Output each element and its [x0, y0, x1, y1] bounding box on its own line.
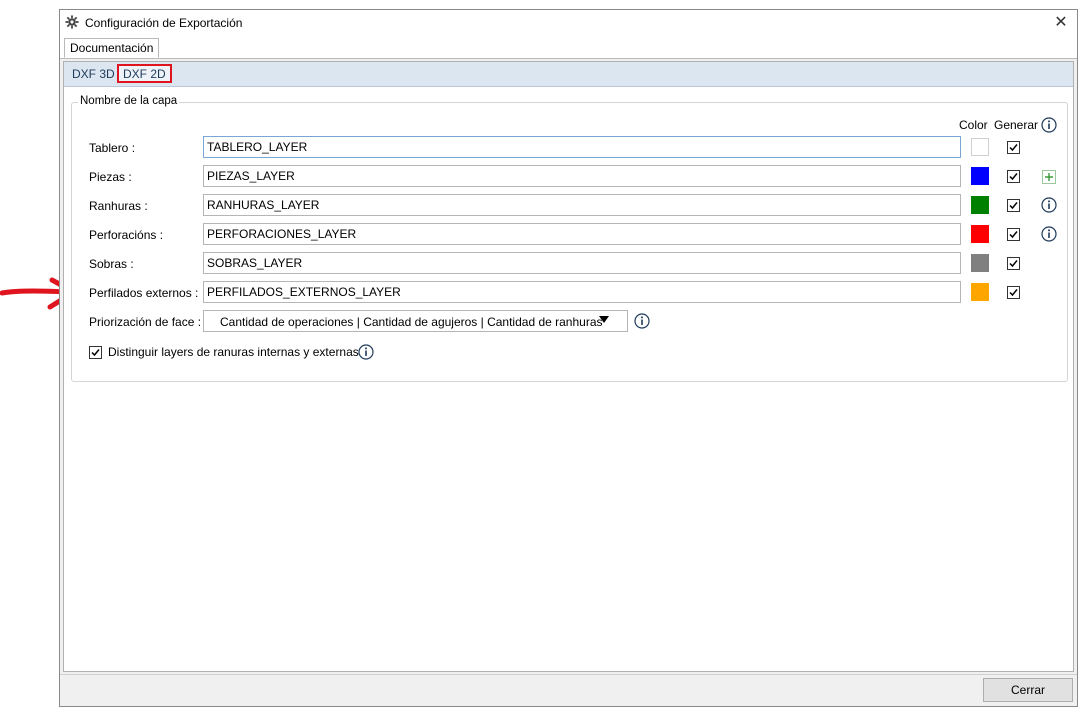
row-label-piezas: Piezas : [89, 170, 132, 184]
export-config-window: Configuración de Exportación ✕ Documenta… [59, 9, 1078, 707]
color-swatch-tablero[interactable] [971, 138, 989, 156]
tablero-layer-input[interactable]: TABLERO_LAYER [203, 136, 961, 158]
generar-checkbox-tablero[interactable] [1007, 141, 1020, 154]
row-label-perfilados-externos: Perfilados externos : [89, 286, 199, 300]
info-icon[interactable] [358, 344, 374, 360]
info-icon[interactable] [1041, 226, 1057, 242]
tab-content: DXF 3D DXF 2D Nombre de la capa Color Ge… [63, 61, 1074, 672]
color-swatch-perforaciones[interactable] [971, 225, 989, 243]
gear-icon [65, 15, 79, 29]
info-icon[interactable] [1041, 117, 1057, 133]
generar-checkbox-perforaciones[interactable] [1007, 228, 1020, 241]
tab-documentacion[interactable]: Documentación [64, 38, 160, 58]
generar-checkbox-perfilados-externos[interactable] [1007, 286, 1020, 299]
tab-dxf-2d[interactable]: DXF 2D [117, 64, 172, 83]
column-header-generar: Generar [994, 118, 1039, 132]
priority-label: Priorización de face : [89, 315, 202, 329]
generar-checkbox-piezas[interactable] [1007, 170, 1020, 183]
color-swatch-ranhuras[interactable] [971, 196, 989, 214]
window-title: Configuración de Exportación [85, 16, 243, 30]
top-tab-strip: Documentación [60, 36, 1077, 59]
title-bar: Configuración de Exportación ✕ [60, 10, 1077, 36]
sobras-layer-input[interactable]: SOBRAS_LAYER [203, 252, 961, 274]
window-close-button[interactable]: ✕ [1045, 10, 1077, 36]
row-label-tablero: Tablero : [89, 141, 136, 155]
info-icon[interactable] [1041, 197, 1057, 213]
sub-tab-strip: DXF 3D DXF 2D [64, 62, 1073, 87]
column-header-color: Color [959, 118, 988, 132]
generar-checkbox-sobras[interactable] [1007, 257, 1020, 270]
row-label-sobras: Sobras : [89, 257, 134, 271]
piezas-layer-input[interactable]: PIEZAS_LAYER [203, 165, 961, 187]
footer-separator [60, 674, 1077, 675]
row-label-ranhuras: Ranhuras : [89, 199, 148, 213]
color-swatch-piezas[interactable] [971, 167, 989, 185]
color-swatch-sobras[interactable] [971, 254, 989, 272]
cerrar-button[interactable]: Cerrar [983, 678, 1073, 702]
generar-checkbox-ranhuras[interactable] [1007, 199, 1020, 212]
tab-dxf-3d[interactable]: DXF 3D [68, 65, 119, 84]
priority-selected-value: Cantidad de operaciones | Cantidad de ag… [220, 315, 603, 329]
group-title: Nombre de la capa [78, 95, 180, 107]
priority-dropdown[interactable]: Cantidad de operaciones | Cantidad de ag… [203, 310, 628, 332]
perfilados-externos-layer-input[interactable]: PERFILADOS_EXTERNOS_LAYER [203, 281, 961, 303]
info-icon[interactable] [634, 313, 650, 329]
color-swatch-perfilados-externos[interactable] [971, 283, 989, 301]
distinguish-label: Distinguir layers de ranuras internas y … [108, 345, 359, 359]
perforaciones-layer-input[interactable]: PERFORACIONES_LAYER [203, 223, 961, 245]
layer-name-group: Nombre de la capa Color Generar Tablero … [71, 95, 1068, 382]
add-icon[interactable] [1042, 170, 1056, 184]
row-label-perforaciones: Perforacións : [89, 228, 164, 242]
dropdown-arrow-icon [599, 316, 609, 323]
ranhuras-layer-input[interactable]: RANHURAS_LAYER [203, 194, 961, 216]
distinguish-checkbox[interactable] [89, 346, 102, 359]
